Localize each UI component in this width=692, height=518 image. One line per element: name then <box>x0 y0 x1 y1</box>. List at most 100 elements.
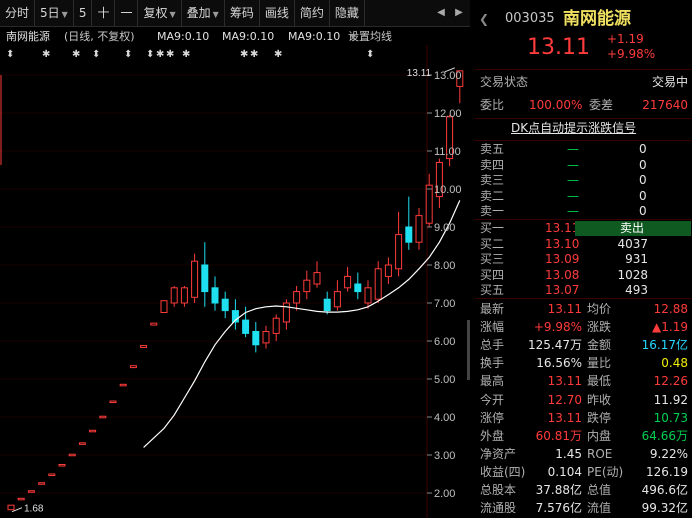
sell-order-row: 卖一 — 0 <box>475 203 692 219</box>
chevron-down-icon: ▼ <box>169 10 176 19</box>
order-ratio-row: 委比 100.00% 委差 217640 <box>475 96 692 115</box>
stat-row: 外盘 60.81万 内盘 64.66万 <box>475 427 692 445</box>
signal-marker: ✱ <box>250 49 258 60</box>
y-tick-label: 8.00 <box>434 260 455 272</box>
candle-body <box>7 504 15 511</box>
toolbar-5day[interactable]: 5日 ▼ <box>35 0 74 26</box>
kline-chart[interactable]: ⬍ ✱ ✱ ⬍ ⬍ ⬍ ✱ ✱ ✱ ✱ ✱ ✱ ⬍ 13.0012.0011.0010.009.008.… <box>0 45 470 518</box>
stat-label: 量比 <box>587 356 612 371</box>
candle-body <box>109 400 117 404</box>
buy-order-volume: 1028 <box>617 267 648 282</box>
candle-body <box>68 453 76 457</box>
quote-title: ❮ 003035 南网能源 <box>475 8 692 30</box>
candle-body <box>364 287 372 304</box>
candle-body <box>293 291 301 304</box>
buy-order-label: 买三 <box>480 252 505 266</box>
order-ratio-label: 委比 <box>480 98 505 112</box>
signal-marker: ⬍ <box>6 49 14 60</box>
stat-value: 60.81万 <box>535 428 582 443</box>
toolbar-hide[interactable]: 隐藏 <box>330 0 365 26</box>
sell-order-row: 卖四 — 0 <box>475 157 692 173</box>
scroll-left-icon[interactable]: ◀ <box>432 0 450 26</box>
candle-body <box>180 287 188 304</box>
stat-value: 16.56% <box>536 356 582 371</box>
chart-grid <box>0 45 428 518</box>
toolbar-draw-label: 画线 <box>264 6 289 20</box>
candle-body <box>425 184 433 224</box>
candle <box>344 266 352 292</box>
y-tick-label: 13.00 <box>434 70 462 82</box>
candle-body <box>252 331 260 346</box>
buy-order-volume: 493 <box>625 283 648 297</box>
chart-toolbar: 分时 5日 ▼ 5 十 一 复权 ▼ 叠加 ▼ 筹码 画线 简约 隐藏 ◀ ▶ <box>0 0 470 27</box>
quote-panel: ❮ 003035 南网能源 13.11 +1.19 +9.98% 交易状态 交易… <box>475 0 692 518</box>
toolbar-5[interactable]: 5 <box>74 0 93 26</box>
candle <box>89 429 97 433</box>
stat-label: 流值 <box>587 501 612 516</box>
candle-body <box>221 298 229 312</box>
candle-body <box>150 322 158 326</box>
stat-row: 最新 13.11 均价 12.88 <box>475 300 692 318</box>
ma9-line <box>143 200 461 448</box>
stat-value: 7.576亿 <box>535 501 582 516</box>
sell-order-price: — <box>567 188 579 203</box>
stat-value: 0.104 <box>547 464 582 479</box>
sell-order-label: 卖三 <box>480 173 505 187</box>
price-change: +1.19 <box>607 32 644 46</box>
stat-label: 外盘 <box>480 428 505 443</box>
stat-value: 13.11 <box>547 374 582 389</box>
stat-label: 最低 <box>587 374 612 389</box>
candle-body <box>333 291 341 308</box>
candle-body <box>405 226 413 243</box>
candle-body <box>344 275 352 289</box>
stat-row: 收益(四) 0.104 PE(动) 126.19 <box>475 463 692 481</box>
chart-scrollbar[interactable] <box>467 320 470 380</box>
sell-button[interactable]: 卖出 <box>575 221 691 236</box>
stat-value: 125.47万 <box>528 338 582 353</box>
toolbar-zoom-out[interactable]: 一 <box>115 0 139 26</box>
candle <box>252 322 260 353</box>
toolbar-simple[interactable]: 简约 <box>295 0 330 26</box>
sell-order-label: 卖四 <box>480 157 505 172</box>
dk-signal-label: DK点自动提示涨跌信号 <box>511 121 637 135</box>
buy-order-row: 买三 13.09 931 <box>475 251 692 267</box>
buy-order-label: 买五 <box>480 283 505 297</box>
candle <box>180 285 188 307</box>
toolbar-overlay-label: 叠加 <box>186 6 211 20</box>
candle-body <box>129 365 137 369</box>
y-tick-label: 12.00 <box>434 108 462 120</box>
candle <box>140 345 148 348</box>
toolbar-zoom-in-label: 十 <box>97 6 110 20</box>
candle <box>395 211 403 277</box>
buy-order-price: 13.10 <box>545 236 580 251</box>
toolbar-5day-label: 5日 <box>40 6 60 20</box>
chevron-down-icon: ▼ <box>61 10 68 19</box>
candle <box>374 261 382 303</box>
dk-signal-link[interactable]: DK点自动提示涨跌信号 <box>475 119 692 138</box>
candle-body <box>58 464 66 467</box>
toolbar-chips[interactable]: 筹码 <box>225 0 260 26</box>
candle-body <box>313 272 321 285</box>
signal-marker: ⬍ <box>366 49 374 60</box>
signal-marker: ✱ <box>240 49 248 60</box>
toolbar-overlay[interactable]: 叠加 ▼ <box>182 0 225 26</box>
candle-body <box>395 234 403 270</box>
stat-value: 16.17亿 <box>641 338 688 353</box>
trade-status-value: 交易中 <box>651 75 688 89</box>
stat-value: 0.48 <box>661 356 688 371</box>
candle <box>129 365 137 369</box>
toolbar-adjust[interactable]: 复权 ▼ <box>138 0 182 26</box>
stat-value: 13.11 <box>547 410 582 425</box>
toolbar-intraday[interactable]: 分时 <box>0 0 36 26</box>
candle <box>170 285 178 307</box>
stat-value: 13.11 <box>547 302 582 316</box>
toolbar-draw[interactable]: 画线 <box>260 0 295 26</box>
sell-order-price: — <box>567 142 579 156</box>
y-tick-label: 4.00 <box>434 412 455 424</box>
candle <box>364 280 372 309</box>
stat-label: 流通股 <box>480 501 517 516</box>
toolbar-intraday-label: 分时 <box>5 6 30 20</box>
scroll-right-icon[interactable]: ▶ <box>450 0 468 26</box>
toolbar-zoom-in[interactable]: 十 <box>92 0 116 26</box>
back-arrow-icon[interactable]: ❮ <box>479 8 489 30</box>
